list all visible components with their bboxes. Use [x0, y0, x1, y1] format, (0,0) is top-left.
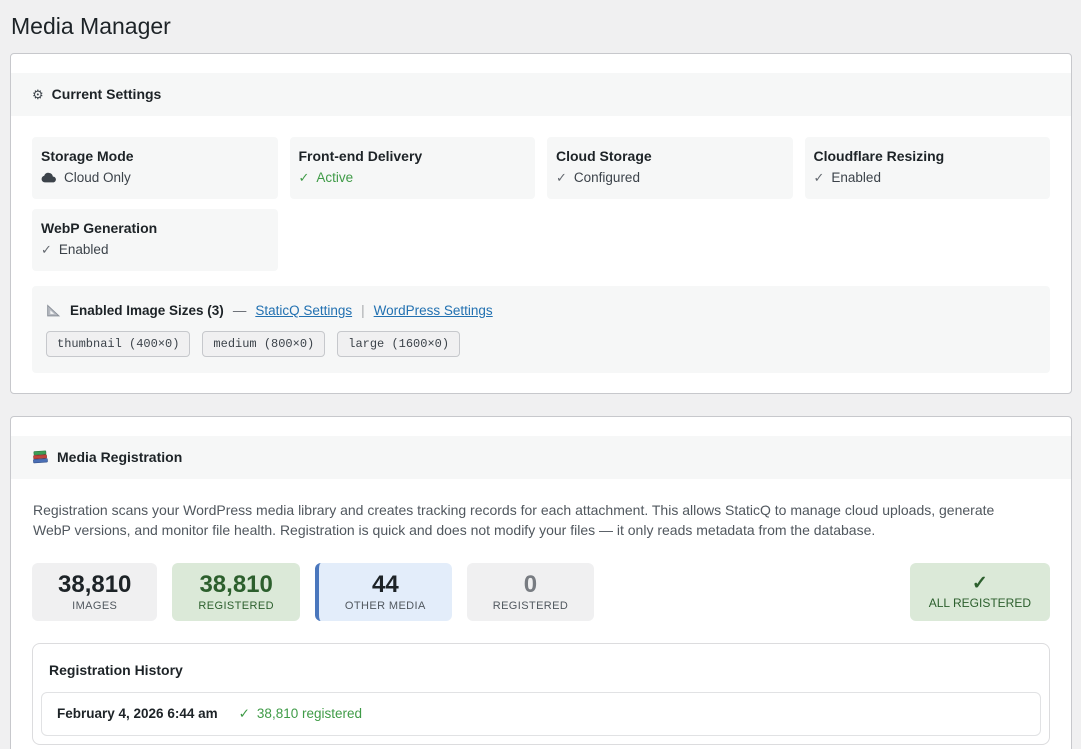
setting-card-value-text: Active	[316, 170, 353, 186]
check-icon: ✓	[299, 170, 310, 186]
media-registration-panel: Media Registration Registration scans yo…	[10, 416, 1072, 749]
stat-label: OTHER MEDIA	[345, 600, 426, 612]
image-size-tag: medium (800×0)	[202, 331, 325, 357]
media-registration-title: Media Registration	[57, 448, 182, 467]
enabled-image-sizes-title: Enabled Image Sizes (3)	[70, 303, 224, 318]
setting-card-value-text: Cloud Only	[64, 170, 131, 186]
stat-registered-other: 0 REGISTERED	[467, 563, 595, 621]
setting-card-value-text: Configured	[574, 170, 640, 186]
setting-card-value: ✓ Enabled	[41, 242, 268, 258]
stat-label: IMAGES	[72, 600, 117, 612]
stat-other-media: 44 OTHER MEDIA	[315, 563, 452, 621]
check-icon: ✓	[41, 242, 52, 258]
triangle-ruler-icon	[46, 303, 61, 318]
setting-card-cloud-storage: Cloud Storage ✓ Configured	[547, 137, 793, 199]
enabled-image-sizes-box: Enabled Image Sizes (3) — StaticQ Settin…	[32, 286, 1050, 373]
image-size-tag: thumbnail (400×0)	[46, 331, 190, 357]
history-entry-status-text: 38,810 registered	[257, 706, 362, 721]
image-size-tags: thumbnail (400×0) medium (800×0) large (…	[46, 331, 1036, 357]
setting-card-webp-generation: WebP Generation ✓ Enabled	[32, 209, 278, 271]
setting-card-storage-mode: Storage Mode Cloud Only	[32, 137, 278, 199]
setting-card-title: Cloud Storage	[556, 148, 783, 164]
check-icon: ✓	[814, 170, 825, 186]
staticq-settings-link[interactable]: StaticQ Settings	[255, 303, 352, 318]
setting-card-value-text: Enabled	[59, 242, 109, 258]
current-settings-header: ⚙ Current Settings	[11, 73, 1071, 116]
enabled-image-sizes-head: Enabled Image Sizes (3) — StaticQ Settin…	[46, 303, 1036, 318]
page: Media Manager ⚙ Current Settings Storage…	[0, 0, 1081, 749]
check-icon: ✓	[239, 706, 250, 722]
check-icon: ✓	[556, 170, 567, 186]
check-icon: ✓	[972, 574, 988, 594]
current-settings-title: Current Settings	[52, 85, 162, 104]
books-icon	[32, 449, 49, 465]
page-title: Media Manager	[10, 0, 1072, 53]
gear-icon: ⚙	[32, 85, 44, 104]
all-registered-badge: ✓ ALL REGISTERED	[910, 563, 1050, 621]
setting-card-value: Cloud Only	[41, 170, 268, 186]
history-entry: February 4, 2026 6:44 am ✓ 38,810 regist…	[41, 692, 1041, 736]
stat-value: 44	[372, 572, 399, 598]
image-size-tag: large (1600×0)	[337, 331, 460, 357]
setting-card-value: ✓ Configured	[556, 170, 783, 186]
stat-images: 38,810 IMAGES	[32, 563, 157, 621]
stat-label: REGISTERED	[493, 600, 569, 612]
settings-cards: Storage Mode Cloud Only Front-end Delive…	[11, 116, 1071, 271]
setting-card-title: Storage Mode	[41, 148, 268, 164]
setting-card-title: WebP Generation	[41, 220, 268, 236]
registration-history-title: Registration History	[41, 652, 1041, 692]
stat-label: REGISTERED	[198, 600, 274, 612]
all-registered-label: ALL REGISTERED	[929, 596, 1031, 610]
history-entry-status: ✓ 38,810 registered	[239, 706, 362, 722]
registration-history: Registration History February 4, 2026 6:…	[32, 643, 1050, 745]
history-entry-date: February 4, 2026 6:44 am	[57, 706, 218, 721]
setting-card-value: ✓ Active	[299, 170, 526, 186]
setting-card-value-text: Enabled	[831, 170, 881, 186]
setting-card-cloudflare-resizing: Cloudflare Resizing ✓ Enabled	[805, 137, 1051, 199]
stat-value: 38,810	[58, 572, 131, 598]
setting-card-frontend-delivery: Front-end Delivery ✓ Active	[290, 137, 536, 199]
current-settings-panel: ⚙ Current Settings Storage Mode Cloud On…	[10, 53, 1072, 394]
link-divider: |	[361, 303, 365, 318]
wordpress-settings-link[interactable]: WordPress Settings	[374, 303, 493, 318]
stat-value: 38,810	[199, 572, 272, 598]
setting-card-value: ✓ Enabled	[814, 170, 1041, 186]
registration-description: Registration scans your WordPress media …	[11, 479, 1051, 540]
registration-stats: 38,810 IMAGES 38,810 REGISTERED 44 OTHER…	[32, 563, 1050, 621]
stat-registered-images: 38,810 REGISTERED	[172, 563, 300, 621]
setting-card-title: Front-end Delivery	[299, 148, 526, 164]
cloud-icon	[41, 172, 57, 183]
separator-dash: —	[233, 303, 247, 318]
setting-card-title: Cloudflare Resizing	[814, 148, 1041, 164]
media-registration-header: Media Registration	[11, 436, 1071, 479]
stat-value: 0	[524, 572, 537, 598]
